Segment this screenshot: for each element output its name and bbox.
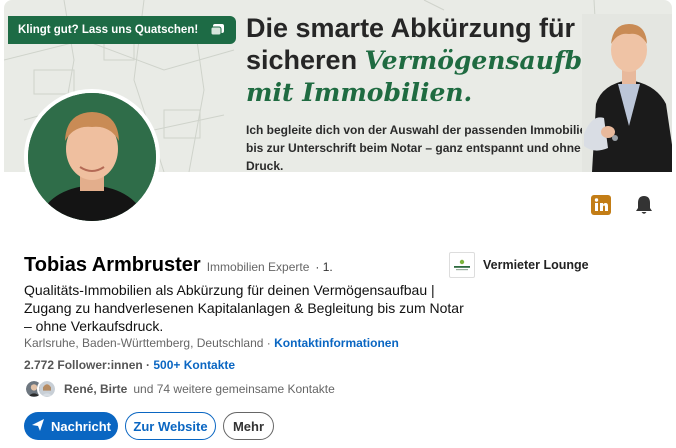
send-icon <box>31 418 45 435</box>
connection-degree: · 1. <box>315 260 333 274</box>
current-company[interactable]: Vermieter Lounge <box>449 252 589 278</box>
separator: · <box>142 358 154 372</box>
mutual-connections[interactable]: René, Birte und 74 weitere gemeinsame Ko… <box>24 378 335 400</box>
location-row: Karlsruhe, Baden-Württemberg, Deutschlan… <box>24 336 399 350</box>
separator: · <box>263 336 275 350</box>
profile-name: Tobias Armbruster <box>24 254 201 276</box>
banner-subtext: Ich begleite dich von der Auswahl der pa… <box>246 123 587 172</box>
linkedin-icon[interactable] <box>589 193 613 217</box>
more-button-label: Mehr <box>232 418 265 434</box>
message-button-label: Nachricht <box>51 418 111 434</box>
contact-chip[interactable]: Klingt gut? Lass uns Quatschen! <box>8 16 237 44</box>
avatar-photo <box>28 93 156 221</box>
banner-person-photo <box>582 14 672 172</box>
profile-role: Immobilien Experte <box>206 260 310 274</box>
headline-line-2-accent: Vermögensaufbau <box>364 46 617 75</box>
profile-name-row: Tobias Armbruster Immobilien Experte · 1… <box>24 254 333 277</box>
message-button[interactable]: Nachricht <box>24 412 118 440</box>
website-button[interactable]: Zur Website <box>125 412 216 440</box>
headline-line-3: mit Immobilien. <box>246 78 473 107</box>
company-logo <box>449 252 475 278</box>
banner-headline: Die smarte Abkürzung für sicheren Vermög… <box>246 12 617 109</box>
mutual-rest: und 74 weitere gemeinsame Kontakte <box>133 382 335 396</box>
chat-icon <box>210 23 226 37</box>
contacts-link[interactable]: 500+ Kontakte <box>153 358 235 372</box>
followers-count[interactable]: 2.772 Follower:innen <box>24 358 143 372</box>
company-name: Vermieter Lounge <box>483 258 589 272</box>
profile-avatar[interactable] <box>24 89 160 225</box>
mutual-avatar-2 <box>37 379 57 399</box>
mutual-avatars <box>24 379 58 399</box>
website-button-label: Zur Website <box>133 418 208 434</box>
action-buttons: Nachricht Zur Website Mehr <box>24 412 274 440</box>
bell-icon[interactable] <box>632 193 656 217</box>
headline-line-1: Die smarte Abkürzung für <box>246 13 576 43</box>
headline-line-2-plain: sicheren <box>246 45 365 75</box>
followers-row: 2.772 Follower:innen · 500+ Kontakte <box>24 358 235 372</box>
contact-info-link[interactable]: Kontaktinformationen <box>274 336 399 350</box>
more-button[interactable]: Mehr <box>223 412 274 440</box>
profile-headline: Qualitäts-Immobilien als Abkürzung für d… <box>24 282 464 334</box>
chip-text: Klingt gut? Lass uns Quatschen! <box>18 24 199 36</box>
profile-location: Karlsruhe, Baden-Württemberg, Deutschlan… <box>24 336 264 350</box>
mutual-names: René, Birte <box>64 382 128 396</box>
